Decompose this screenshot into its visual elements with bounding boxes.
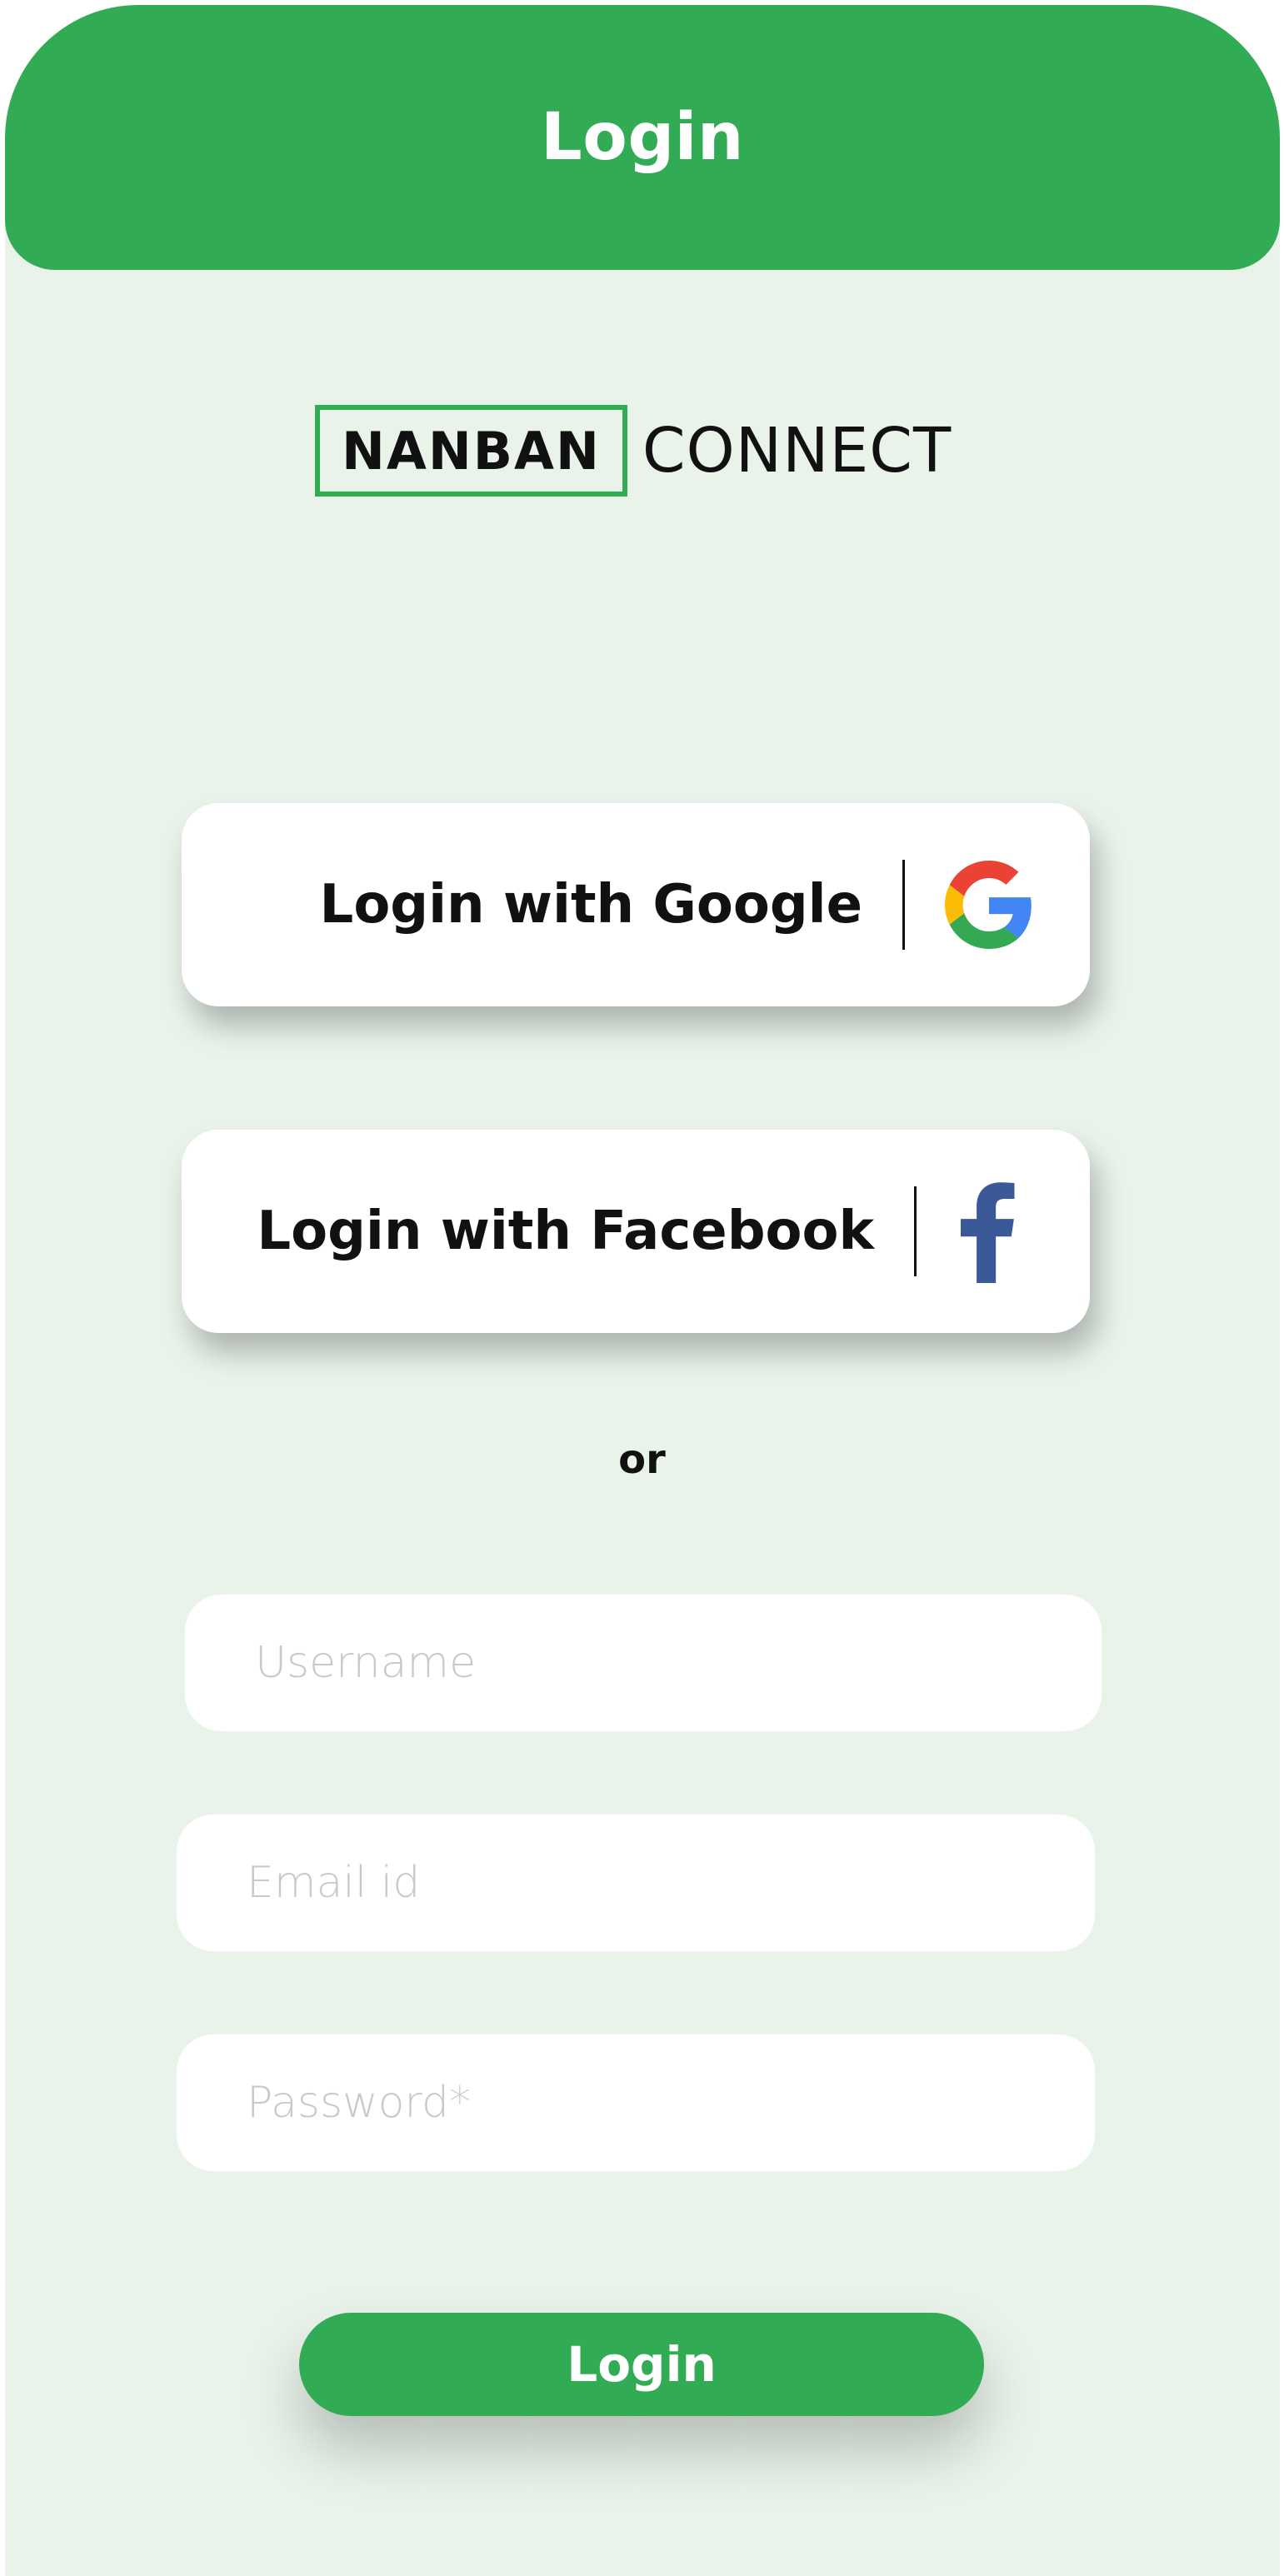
- email-field[interactable]: [177, 1815, 1095, 1951]
- username-input[interactable]: [185, 1638, 1102, 1688]
- button-divider: [902, 860, 905, 950]
- login-with-facebook-button[interactable]: Login with Facebook: [182, 1130, 1090, 1333]
- username-field[interactable]: [185, 1595, 1102, 1731]
- login-button[interactable]: Login: [299, 2313, 984, 2416]
- logo-text: CONNECT: [642, 415, 952, 487]
- nanban-connect-logo: NANBAN CONNECT: [315, 400, 952, 502]
- facebook-f-icon: [961, 1182, 1015, 1283]
- password-input[interactable]: [177, 2078, 1095, 2128]
- google-g-icon: [945, 861, 1032, 949]
- or-separator: or: [618, 1436, 666, 1483]
- google-button-label: Login with Google: [319, 874, 862, 936]
- page-title: Login: [541, 100, 744, 175]
- password-field[interactable]: [177, 2034, 1095, 2171]
- logo-boxed-text: NANBAN: [342, 420, 601, 482]
- button-divider: [914, 1186, 917, 1276]
- logo-box: NANBAN: [315, 405, 627, 497]
- email-input[interactable]: [177, 1858, 1095, 1908]
- login-with-google-button[interactable]: Login with Google: [182, 803, 1090, 1006]
- facebook-button-label: Login with Facebook: [257, 1201, 874, 1262]
- header-bar: Login: [5, 5, 1280, 270]
